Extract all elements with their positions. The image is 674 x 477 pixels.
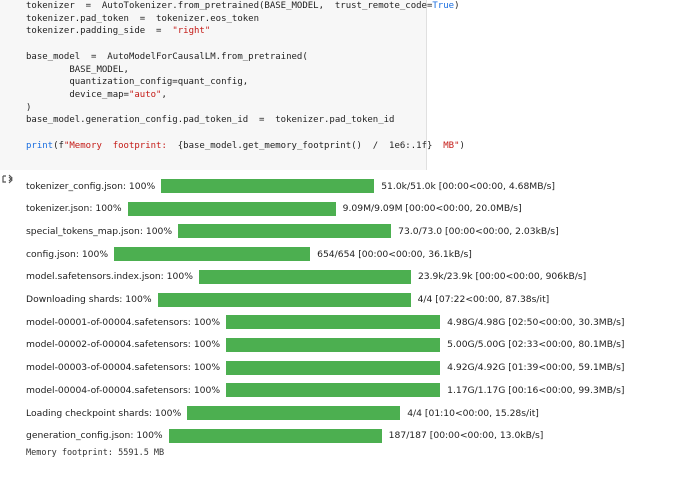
code-token: (f — [53, 140, 64, 151]
progress-label: config.json: 100% — [26, 248, 109, 260]
code-token: quantization_config=quant_config, — [26, 77, 249, 88]
progress-label: Loading checkpoint shards: 100% — [26, 407, 182, 419]
progress-bar — [198, 269, 411, 284]
progress-stats: 23.9k/23.9k [00:00<00:00, 906kB/s] — [417, 271, 587, 283]
progress-bar — [226, 315, 441, 330]
progress-label: tokenizer.json: 100% — [26, 203, 122, 215]
progress-bar — [127, 201, 336, 216]
code-token: "auto" — [128, 89, 162, 100]
progress-label: generation_config.json: 100% — [26, 430, 163, 442]
progress-stats: 51.0k/51.0k [00:00<00:00, 4.68MB/s] — [381, 180, 556, 192]
code-token: tokenizer.padding_side = — [26, 26, 173, 37]
progress-stats: 1.17G/1.17G [00:16<00:00, 99.3MB/s] — [447, 384, 625, 396]
code-token: "right" — [172, 26, 211, 37]
progress-label: model.safetensors.index.json: 100% — [26, 271, 193, 283]
download-progress-row: Loading checkpoint shards: 100% 4/4 [01:1… — [26, 405, 539, 421]
code-token: print — [26, 140, 54, 151]
download-progress-row: model-00003-of-00004.safetensors: 100% 4.… — [26, 360, 625, 376]
progress-label: model-00004-of-00004.safetensors: 100% — [26, 384, 221, 396]
progress-bar — [178, 224, 392, 239]
code-editor[interactable]: tokenizer = AutoTokenizer.from_pretraine… — [26, 0, 465, 152]
progress-stats: 654/654 [00:00<00:00, 36.1kB/s] — [317, 248, 472, 260]
download-progress-row: config.json: 100% 654/654 [00:00<00:00, 3… — [26, 246, 472, 262]
progress-stats: 9.09M/9.09M [00:00<00:00, 20.0MB/s] — [342, 203, 522, 215]
progress-bar — [114, 247, 311, 262]
progress-stats: 5.00G/5.00G [02:33<00:00, 80.1MB/s] — [447, 339, 625, 351]
download-progress-row: model-00001-of-00004.safetensors: 100% 4.… — [26, 314, 625, 330]
progress-label: special_tokens_map.json: 100% — [26, 225, 173, 237]
progress-bar — [226, 383, 441, 398]
progress-label: model-00003-of-00004.safetensors: 100% — [26, 362, 221, 374]
code-token: True — [432, 1, 455, 11]
code-token: , — [161, 89, 167, 100]
download-progress-row: tokenizer.json: 100% 9.09M/9.09M [00:00<0… — [26, 201, 522, 217]
code-token: BASE_MODEL, — [26, 64, 129, 75]
progress-label: tokenizer_config.json: 100% — [26, 180, 156, 192]
code-token: base_model.generation_config.pad_token_i… — [26, 115, 395, 126]
download-progress-row: generation_config.json: 100% 187/187 [00:… — [26, 428, 543, 444]
download-progress-row: model-00002-of-00004.safetensors: 100% 5.… — [26, 337, 625, 353]
memory-footprint-output: Memory footprint: 5591.5 MB — [26, 448, 165, 458]
progress-stats: 4.92G/4.92G [01:39<00:00, 59.1MB/s] — [447, 362, 625, 374]
progress-stats: 4/4 [07:22<00:00, 87.38s/it] — [417, 294, 550, 305]
download-progress-row: tokenizer_config.json: 100% 51.0k/51.0k [… — [26, 178, 555, 194]
progress-bar — [168, 428, 382, 443]
code-token: MB" — [432, 140, 460, 151]
progress-stats: 187/187 [00:00<00:00, 13.0kB/s] — [388, 430, 544, 442]
progress-bar — [157, 292, 411, 307]
code-token: ) — [26, 102, 32, 113]
progress-stats: 4.98G/4.98G [02:50<00:00, 30.3MB/s] — [447, 316, 625, 328]
progress-bar — [226, 360, 441, 375]
progress-stats: 73.0/73.0 [00:00<00:00, 2.03kB/s] — [398, 225, 559, 237]
code-token: device_map= — [26, 89, 129, 100]
download-progress-row: model-00004-of-00004.safetensors: 100% 1.… — [26, 382, 625, 398]
progress-bar — [161, 179, 375, 193]
code-token: base_model = AutoModelForCausalLM.from_p… — [26, 51, 308, 62]
download-progress-row: model.safetensors.index.json: 100% 23.9k/… — [26, 269, 586, 285]
code-token: tokenizer.pad_token = tokenizer.eos_toke… — [26, 13, 259, 24]
output-toggle-icon[interactable] — [1, 172, 15, 186]
code-token: ) — [454, 1, 460, 11]
progress-label: model-00001-of-00004.safetensors: 100% — [26, 316, 221, 328]
code-token: ) — [459, 140, 465, 151]
code-cell[interactable]: tokenizer = AutoTokenizer.from_pretraine… — [0, 0, 465, 170]
progress-label: Downloading shards: 100% — [26, 294, 152, 305]
code-token: {base_model.get_memory_footprint() / 1e6… — [177, 140, 433, 151]
progress-bar — [226, 337, 441, 352]
progress-label: model-00002-of-00004.safetensors: 100% — [26, 339, 221, 351]
code-token: tokenizer = AutoTokenizer.from_pretraine… — [26, 1, 433, 11]
download-progress-row: special_tokens_map.json: 100% 73.0/73.0 [… — [26, 223, 559, 239]
download-progress-row: Downloading shards: 100% 4/4 [07:22<00:00… — [26, 292, 549, 308]
code-token: "Memory footprint: — [63, 140, 178, 151]
progress-bar — [187, 406, 401, 420]
progress-stats: 4/4 [01:10<00:00, 15.28s/it] — [407, 407, 539, 419]
